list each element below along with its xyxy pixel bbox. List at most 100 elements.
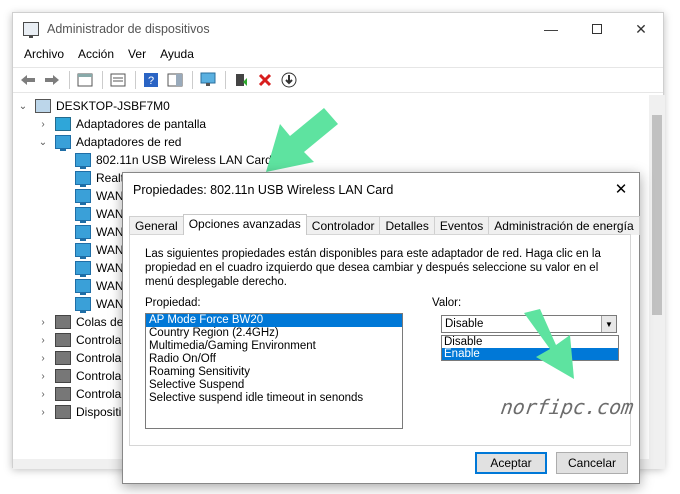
ok-button[interactable]: Aceptar (475, 452, 547, 474)
properties-dialog: Propiedades: 802.11n USB Wireless LAN Ca… (122, 172, 640, 484)
sound-controller-icon (55, 387, 71, 401)
toolbar-separator (192, 71, 193, 89)
tree-item-label: WAN (96, 207, 124, 221)
tree-item-label: WAN (96, 261, 124, 275)
scan-hardware-button[interactable] (197, 69, 219, 91)
cancel-button[interactable]: Cancelar (556, 452, 628, 474)
usb-controller-icon (55, 369, 71, 383)
tree-item-network-adapters[interactable]: ⌄ Adaptadores de red (37, 133, 181, 151)
tree-item-label: WAN (96, 225, 124, 239)
list-item[interactable]: Selective Suspend (146, 379, 402, 392)
tree-item-realtek[interactable]: Realt (75, 169, 124, 187)
tree-item-label: Adaptadores de red (76, 135, 182, 149)
tree-item-label: Controla (76, 387, 122, 401)
vertical-scrollbar[interactable] (649, 95, 665, 459)
tree-item-wan[interactable]: WAN (75, 241, 124, 259)
device-manager-icon (23, 22, 39, 38)
uninstall-button[interactable] (254, 69, 276, 91)
network-adapter-icon (75, 171, 91, 187)
tree-item-wan[interactable]: WAN (75, 187, 124, 205)
action-pane-icon (167, 73, 183, 87)
tab-advanced-options[interactable]: Opciones avanzadas (182, 214, 307, 235)
network-adapter-icon (75, 153, 91, 169)
tree-item-label: WAN (96, 189, 124, 203)
update-driver-button[interactable] (230, 69, 252, 91)
title-bar: Administrador de dispositivos — ✕ (13, 13, 663, 45)
tree-item-label: Controla (76, 351, 122, 365)
back-icon (21, 75, 35, 85)
tree-item-wan[interactable]: WAN (75, 205, 124, 223)
chevron-right-icon[interactable]: › (37, 388, 49, 400)
chevron-right-icon[interactable]: › (37, 316, 49, 328)
chevron-right-icon[interactable]: › (37, 406, 49, 418)
network-adapter-icon (75, 207, 91, 223)
dialog-close-button[interactable]: ✕ (607, 177, 635, 201)
properties-icon (110, 73, 126, 87)
back-button[interactable] (17, 69, 39, 91)
svg-text:?: ? (148, 75, 154, 87)
tree-item-controller[interactable]: › Controla (37, 367, 121, 385)
network-adapter-icon (75, 189, 91, 205)
list-item[interactable]: Selective suspend idle timeout in senond… (146, 392, 402, 405)
action-pane-button[interactable] (164, 69, 186, 91)
tab-details[interactable]: Detalles (379, 216, 435, 235)
tree-item-print-queues[interactable]: › Colas de (37, 313, 123, 331)
minimize-button[interactable]: — (529, 15, 573, 43)
menu-archivo[interactable]: Archivo (17, 45, 71, 65)
tab-events[interactable]: Eventos (433, 216, 490, 235)
chevron-right-icon[interactable]: › (37, 370, 49, 382)
help-button[interactable]: ? (140, 69, 162, 91)
tree-item-wireless-card[interactable]: 802.11n USB Wireless LAN Card (75, 151, 272, 169)
tree-item-wan[interactable]: WAN (75, 277, 124, 295)
menu-ver[interactable]: Ver (121, 45, 153, 65)
toolbar-separator (102, 71, 103, 89)
tab-power-management[interactable]: Administración de energía (488, 216, 640, 235)
tree-item-controller[interactable]: › Controla (37, 349, 121, 367)
show-hide-tree-button[interactable] (74, 69, 96, 91)
menu-accion[interactable]: Acción (71, 45, 121, 65)
scrollbar-thumb[interactable] (652, 115, 662, 315)
show-hide-tree-icon (77, 73, 93, 87)
chevron-right-icon[interactable]: › (37, 352, 49, 364)
property-list[interactable]: AP Mode Force BW20 Country Region (2.4GH… (145, 313, 403, 429)
tab-general[interactable]: General (129, 216, 184, 235)
menu-ayuda[interactable]: Ayuda (153, 45, 201, 65)
dialog-title: Propiedades: 802.11n USB Wireless LAN Ca… (133, 183, 394, 197)
tree-item-controller[interactable]: › Controla (37, 331, 121, 349)
close-button[interactable]: ✕ (619, 15, 663, 43)
properties-button[interactable] (107, 69, 129, 91)
tree-item-label: Controla (76, 333, 122, 347)
tree-item-wan[interactable]: WAN (75, 259, 124, 277)
chevron-right-icon[interactable]: › (37, 118, 49, 130)
list-item[interactable]: Radio On/Off (146, 353, 402, 366)
download-button[interactable] (278, 69, 300, 91)
list-item[interactable]: Roaming Sensitivity (146, 366, 402, 379)
tab-driver[interactable]: Controlador (305, 216, 381, 235)
tree-item-devices[interactable]: › Dispositi (37, 403, 121, 421)
value-label: Valor: (432, 297, 462, 309)
tree-item-wan[interactable]: WAN (75, 295, 124, 313)
tree-item-label: Controla (76, 369, 122, 383)
forward-button[interactable] (41, 69, 63, 91)
tree-item-display-adapters[interactable]: › Adaptadores de pantalla (37, 115, 206, 133)
chevron-right-icon[interactable]: › (37, 334, 49, 346)
list-item[interactable]: Country Region (2.4GHz) (146, 327, 402, 340)
toolbar-separator (225, 71, 226, 89)
tree-root[interactable]: ⌄ DESKTOP-JSBF7M0 (17, 97, 170, 115)
maximize-icon (592, 24, 602, 34)
toolbar-separator (135, 71, 136, 89)
chevron-down-icon[interactable]: ▼ (601, 316, 616, 332)
maximize-button[interactable] (575, 15, 619, 43)
list-item[interactable]: Multimedia/Gaming Environment (146, 340, 402, 353)
tree-item-controller[interactable]: › Controla (37, 385, 121, 403)
list-item[interactable]: AP Mode Force BW20 (146, 314, 402, 327)
storage-controller-icon (55, 351, 71, 365)
update-driver-icon (236, 74, 247, 86)
chevron-down-icon[interactable]: ⌄ (37, 136, 49, 148)
chevron-down-icon[interactable]: ⌄ (17, 100, 29, 112)
value-select-text: Disable (445, 318, 484, 330)
tree-item-label: 802.11n USB Wireless LAN Card (96, 153, 272, 167)
download-icon (281, 72, 297, 88)
computer-icon (35, 99, 51, 113)
tree-item-wan[interactable]: WAN (75, 223, 124, 241)
